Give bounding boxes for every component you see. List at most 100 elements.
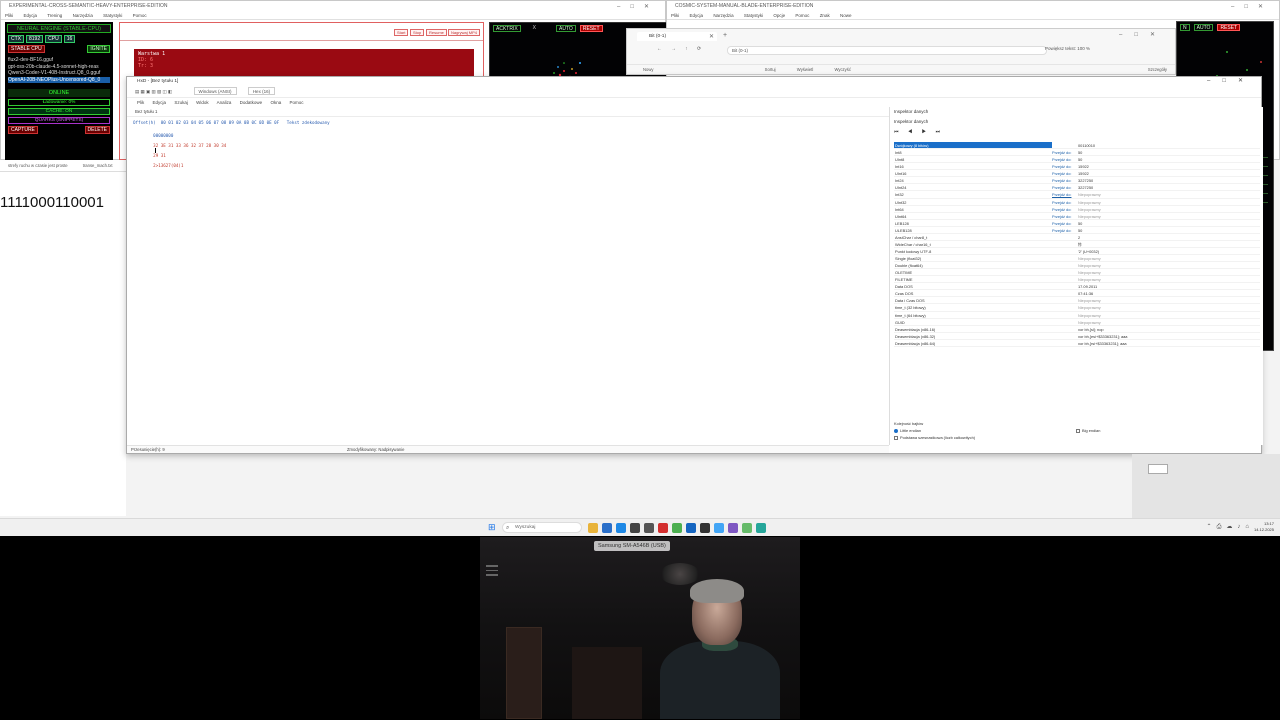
inspector-row[interactable]: Int24 Przejdź do: 3227250 — [894, 177, 1260, 185]
inspector-value[interactable]: Niepoprawny — [1076, 213, 1260, 219]
inspector-value[interactable]: Niepoprawny — [1076, 269, 1260, 275]
inspector-value[interactable]: Niepoprawny — [1076, 191, 1260, 197]
inspector-value[interactable]: Niepoprawny — [1076, 304, 1260, 310]
hex-base-option[interactable]: Podstawa szesnastkowa (liczb całkowitych… — [894, 434, 1260, 441]
menu-item[interactable]: Dodatkowe — [240, 100, 263, 105]
inspector-row[interactable]: FILETIME Niepoprawny — [894, 276, 1260, 284]
chrome-icon[interactable] — [672, 523, 682, 533]
menu-item[interactable]: Pliki — [671, 13, 679, 18]
hex-bytes[interactable]: 32 3E 31 33 36 32 37 28 30 34 — [153, 143, 226, 148]
radio-checked-icon[interactable] — [894, 428, 898, 433]
menu-item[interactable]: Narzędzia — [713, 13, 733, 18]
ctx-input[interactable]: 8192 — [26, 35, 44, 43]
inspector-row[interactable]: time_t (32 bitowy) Niepoprawny — [894, 304, 1260, 312]
inspector-value[interactable]: 50 — [1076, 156, 1260, 162]
menu-item[interactable]: Narzędzia — [73, 13, 93, 18]
model-item[interactable]: Qwen3-Coder-V1-40B-Instruct.Q8_0.gguf — [8, 70, 110, 77]
inspector-value[interactable]: Niepoprawny — [1076, 297, 1260, 303]
inspector-goto-link[interactable] — [1052, 234, 1076, 240]
inspector-goto-link[interactable] — [1052, 304, 1076, 310]
menu-item[interactable]: Edycja — [690, 13, 704, 18]
app-teal-icon[interactable] — [756, 523, 766, 533]
inspector-row[interactable]: UInt32 Przejdź do: Niepoprawny — [894, 199, 1260, 206]
little-endian-option[interactable]: Little endian — [894, 427, 1076, 434]
tab-close-icon[interactable]: ✕ — [709, 33, 714, 40]
start-button[interactable]: Start — [394, 29, 409, 36]
inspector-value[interactable]: Niepoprawny — [1076, 312, 1260, 318]
nav-up-icon[interactable]: ↑ — [685, 47, 687, 52]
inspector-goto-link[interactable] — [1052, 340, 1076, 346]
reset-button[interactable]: RESET — [1217, 23, 1241, 31]
auto-button[interactable]: AUTO — [556, 24, 576, 32]
inspector-row[interactable]: Dwójkowy (8 bitów) 00110010 — [894, 142, 1260, 150]
record-mp4-button[interactable]: Nagrywaj MP4 — [448, 29, 481, 36]
taskbar-clock[interactable]: 13:17 14.12.2025 — [1254, 521, 1274, 533]
model-list[interactable]: flux2-dev-BF16.gguf gpt-oss-20b-claude-4… — [8, 57, 110, 87]
edge-icon[interactable] — [616, 523, 626, 533]
app-red-icon[interactable] — [658, 523, 668, 533]
inspector-goto-link[interactable]: Przejdź do: — [1052, 184, 1076, 190]
menu-item[interactable]: Edycja — [153, 100, 167, 105]
inspector-value[interactable]: 50 — [1076, 227, 1260, 233]
inspector-value[interactable]: Niepoprawny — [1076, 199, 1260, 205]
inspector-value[interactable]: xor bh,[rsi+$33363231]; aaa — [1076, 340, 1260, 346]
taskbar-search[interactable]: ⌕ Wyszukaj — [502, 522, 582, 533]
inspector-row[interactable]: ULEB128 Przejdź do: 50 — [894, 227, 1260, 234]
inspector-value[interactable]: Niepoprawny — [1076, 319, 1260, 325]
ignite-button[interactable]: IGNITE — [87, 45, 110, 53]
window-controls-icon[interactable]: –□✕ — [1231, 2, 1273, 12]
app-blue-icon[interactable] — [686, 523, 696, 533]
resume-button[interactable]: Resume — [426, 29, 447, 36]
window-controls-icon[interactable]: –□✕ — [1207, 77, 1255, 86]
menu-item[interactable]: Pomoc — [133, 13, 147, 18]
inspector-goto-link[interactable] — [1052, 142, 1076, 148]
inspector-goto-link[interactable] — [1052, 255, 1076, 261]
capture-button[interactable]: CAPTURE — [8, 126, 38, 134]
inspector-nav-icons[interactable]: ⏮ ◀ ▶ ⏭ — [890, 127, 1263, 137]
inspector-goto-link[interactable] — [1052, 269, 1076, 275]
app-dark-icon[interactable] — [700, 523, 710, 533]
inspector-goto-link[interactable] — [1052, 276, 1076, 282]
settings-icon[interactable] — [644, 523, 654, 533]
clear-button[interactable]: Wyczyść — [834, 67, 850, 72]
inspector-goto-link[interactable]: Przejdź do: — [1052, 220, 1076, 226]
inspector-value[interactable]: 15922 — [1076, 170, 1260, 176]
details-button[interactable]: Szczegóły — [1148, 65, 1167, 75]
base-select[interactable]: Hex (16) — [247, 87, 276, 95]
menu-item[interactable]: Pomoc — [795, 13, 809, 18]
encoding-select[interactable]: Windows (ANSI) — [193, 87, 237, 95]
inspector-value[interactable]: 17.09.2011 — [1076, 283, 1260, 289]
menu-item[interactable]: Plik — [137, 100, 144, 105]
app-green-icon[interactable] — [742, 523, 752, 533]
inspector-goto-link[interactable]: Przejdź do: — [1052, 206, 1076, 212]
inspector-goto-link[interactable] — [1052, 248, 1076, 254]
model-item-selected[interactable]: OpenAI-20B-NEOPlus-Uncensored-Q8_0 — [8, 76, 110, 83]
file-explorer-icon[interactable] — [588, 523, 598, 533]
inspector-goto-link[interactable]: Przejdź do: — [1052, 156, 1076, 162]
inspector-value[interactable]: 3227250 — [1076, 177, 1260, 183]
inspector-goto-link[interactable]: Przejdź do: — [1052, 199, 1076, 205]
inspector-row[interactable]: Deasemblacja (x86-32) xor bh,[esi+$333632… — [894, 333, 1260, 340]
close-icon[interactable]: X — [533, 25, 536, 31]
inspector-value[interactable]: 㸲 — [1076, 241, 1260, 247]
inspector-goto-link[interactable] — [1052, 312, 1076, 318]
menu-item[interactable]: Szukaj — [174, 100, 188, 105]
inspector-row[interactable]: Single (float32) Niepoprawny — [894, 255, 1260, 263]
menu-item[interactable]: Znak — [820, 13, 830, 18]
view-button[interactable]: Wyświetl — [797, 67, 813, 72]
menu-item[interactable]: Nowe — [840, 13, 852, 18]
inspector-row[interactable]: Double (float64) Niepoprawny — [894, 262, 1260, 270]
inspector-row[interactable]: Int64 Przejdź do: Niepoprawny — [894, 206, 1260, 213]
windows-start-icon[interactable]: ⊞ — [488, 523, 497, 532]
system-tray-icons[interactable]: ⌃⎙☁♪⌂ — [1207, 523, 1254, 531]
menu-item[interactable]: Pomoc — [289, 100, 303, 105]
menu-item[interactable]: Analiza — [217, 100, 232, 105]
menu-item[interactable]: Statystyki — [744, 13, 763, 18]
inspector-row[interactable]: UInt16 Przejdź do: 15922 — [894, 170, 1260, 178]
menu-item[interactable]: Edycja — [24, 13, 38, 18]
inspector-row[interactable]: WideChar / char16_t 㸲 — [894, 241, 1260, 248]
checkbox-icon[interactable] — [1076, 428, 1080, 433]
cpu-input[interactable]: 16 — [63, 35, 76, 43]
inspector-value[interactable]: 50 — [1076, 220, 1260, 226]
document-tab[interactable]: transe_mach.txt — [83, 163, 113, 168]
